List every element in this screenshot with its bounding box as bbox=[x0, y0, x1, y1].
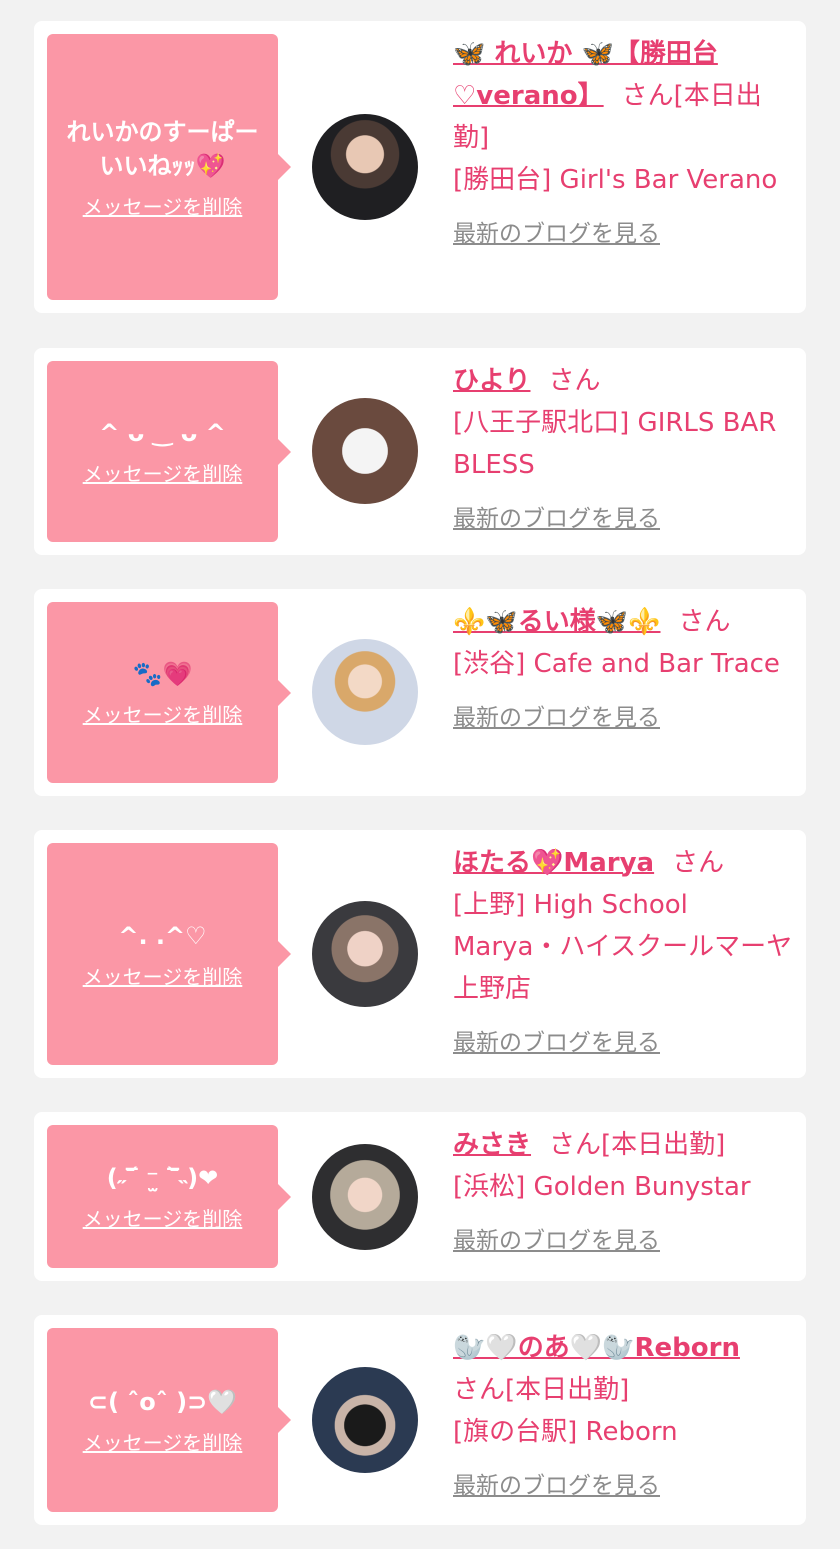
latest-blog-link[interactable]: 最新のブログを見る bbox=[453, 697, 660, 739]
profile-info: ほたる💖Marya さん [上野] High School Marya・ハイスクー… bbox=[453, 842, 793, 1064]
profile-info: 🦋 れいか 🦋【勝田台♡verano】 さん[本日出勤] [勝田台] Girl's… bbox=[453, 33, 793, 255]
message-bubble: ^ ᴗ ‿ ᴗ ^ メッセージを削除 bbox=[47, 361, 291, 542]
profile-info: みさき さん[本日出勤] [浜松] Golden Bunystar 最新のブログを… bbox=[453, 1124, 793, 1262]
delete-message-link[interactable]: メッセージを削除 bbox=[83, 458, 243, 487]
list-item: 🐾💗 メッセージを削除 ⚜️🦋るい様🦋⚜️ さん [渋谷] Cafe and Ba… bbox=[34, 589, 806, 796]
shop-name: [勝田台] Girl's Bar Verano bbox=[453, 165, 778, 195]
latest-blog-link[interactable]: 最新のブログを見る bbox=[453, 1465, 660, 1507]
message-bubble: ⊂( ˆoˆ )⊃🤍 メッセージを削除 bbox=[47, 1328, 291, 1512]
message-text: 🐾💗 bbox=[132, 660, 193, 688]
shop-name: [浜松] Golden Bunystar bbox=[453, 1172, 751, 1202]
list-item: ^. .^♡ メッセージを削除 ほたる💖Marya さん [上野] High Sc… bbox=[34, 830, 806, 1078]
message-bubble: ^. .^♡ メッセージを削除 bbox=[47, 843, 291, 1065]
honorific-status: さん bbox=[548, 366, 601, 396]
cast-name-link[interactable]: 🦭🤍のあ🤍🦭Reborn bbox=[453, 1333, 740, 1363]
message-text: (˶‾᷄ ⁻̫ ‾᷅˵)❤ bbox=[106, 1164, 219, 1192]
delete-message-link[interactable]: メッセージを削除 bbox=[83, 1203, 243, 1232]
latest-blog-link[interactable]: 最新のブログを見る bbox=[453, 213, 660, 255]
message-text: ⊂( ˆoˆ )⊃🤍 bbox=[87, 1387, 238, 1416]
latest-blog-link[interactable]: 最新のブログを見る bbox=[453, 498, 660, 540]
message-bubble: 🐾💗 メッセージを削除 bbox=[47, 602, 291, 783]
avatar[interactable] bbox=[312, 1144, 418, 1250]
profile-info: 🦭🤍のあ🤍🦭Reborn さん[本日出勤] [旗の台駅] Reborn 最新のブ… bbox=[453, 1327, 793, 1507]
like-list: れいかのすーぱーいいねｯｯ💖 メッセージを削除 🦋 れいか 🦋【勝田台♡vera… bbox=[0, 0, 840, 1549]
honorific-status: さん bbox=[672, 848, 725, 878]
shop-name: [渋谷] Cafe and Bar Trace bbox=[453, 649, 780, 679]
honorific-status: さん[本日出勤] bbox=[453, 1375, 630, 1405]
message-bubble: (˶‾᷄ ⁻̫ ‾᷅˵)❤ メッセージを削除 bbox=[47, 1125, 291, 1268]
cast-name-link[interactable]: ⚜️🦋るい様🦋⚜️ bbox=[453, 607, 661, 637]
avatar[interactable] bbox=[312, 398, 418, 504]
avatar[interactable] bbox=[312, 1367, 418, 1473]
avatar[interactable] bbox=[312, 114, 418, 220]
honorific-status: さん bbox=[678, 607, 731, 637]
cast-name-link[interactable]: ほたる💖Marya bbox=[453, 848, 654, 878]
message-text: ^. .^♡ bbox=[118, 921, 207, 950]
message-bubble: れいかのすーぱーいいねｯｯ💖 メッセージを削除 bbox=[47, 34, 291, 300]
profile-info: ひより さん [八王子駅北口] GIRLS BAR BLESS 最新のブログを見る bbox=[453, 360, 793, 540]
shop-name: [旗の台駅] Reborn bbox=[453, 1417, 678, 1447]
cast-name-link[interactable]: ひより bbox=[453, 366, 530, 396]
shop-name: [八王子駅北口] GIRLS BAR BLESS bbox=[453, 408, 777, 480]
message-text: ^ ᴗ ‿ ᴗ ^ bbox=[99, 419, 226, 447]
list-item: ⊂( ˆoˆ )⊃🤍 メッセージを削除 🦭🤍のあ🤍🦭Reborn さん[本日出勤… bbox=[34, 1315, 806, 1525]
list-item: れいかのすーぱーいいねｯｯ💖 メッセージを削除 🦋 れいか 🦋【勝田台♡vera… bbox=[34, 21, 806, 313]
avatar[interactable] bbox=[312, 639, 418, 745]
message-text: れいかのすーぱーいいねｯｯ💖 bbox=[66, 117, 259, 180]
list-item: (˶‾᷄ ⁻̫ ‾᷅˵)❤ メッセージを削除 みさき さん[本日出勤] [浜松] … bbox=[34, 1112, 806, 1281]
avatar[interactable] bbox=[312, 901, 418, 1007]
latest-blog-link[interactable]: 最新のブログを見る bbox=[453, 1220, 660, 1262]
shop-name: [上野] High School Marya・ハイスクールマーヤ上野店 bbox=[453, 890, 793, 1004]
delete-message-link[interactable]: メッセージを削除 bbox=[83, 699, 243, 728]
delete-message-link[interactable]: メッセージを削除 bbox=[83, 961, 243, 990]
delete-message-link[interactable]: メッセージを削除 bbox=[83, 191, 243, 220]
profile-info: ⚜️🦋るい様🦋⚜️ さん [渋谷] Cafe and Bar Trace 最新のブ… bbox=[453, 601, 793, 739]
list-item: ^ ᴗ ‿ ᴗ ^ メッセージを削除 ひより さん [八王子駅北口] GIRLS … bbox=[34, 348, 806, 555]
latest-blog-link[interactable]: 最新のブログを見る bbox=[453, 1022, 660, 1064]
honorific-status: さん[本日出勤] bbox=[549, 1130, 726, 1160]
delete-message-link[interactable]: メッセージを削除 bbox=[83, 1427, 243, 1456]
cast-name-link[interactable]: みさき bbox=[453, 1130, 531, 1160]
